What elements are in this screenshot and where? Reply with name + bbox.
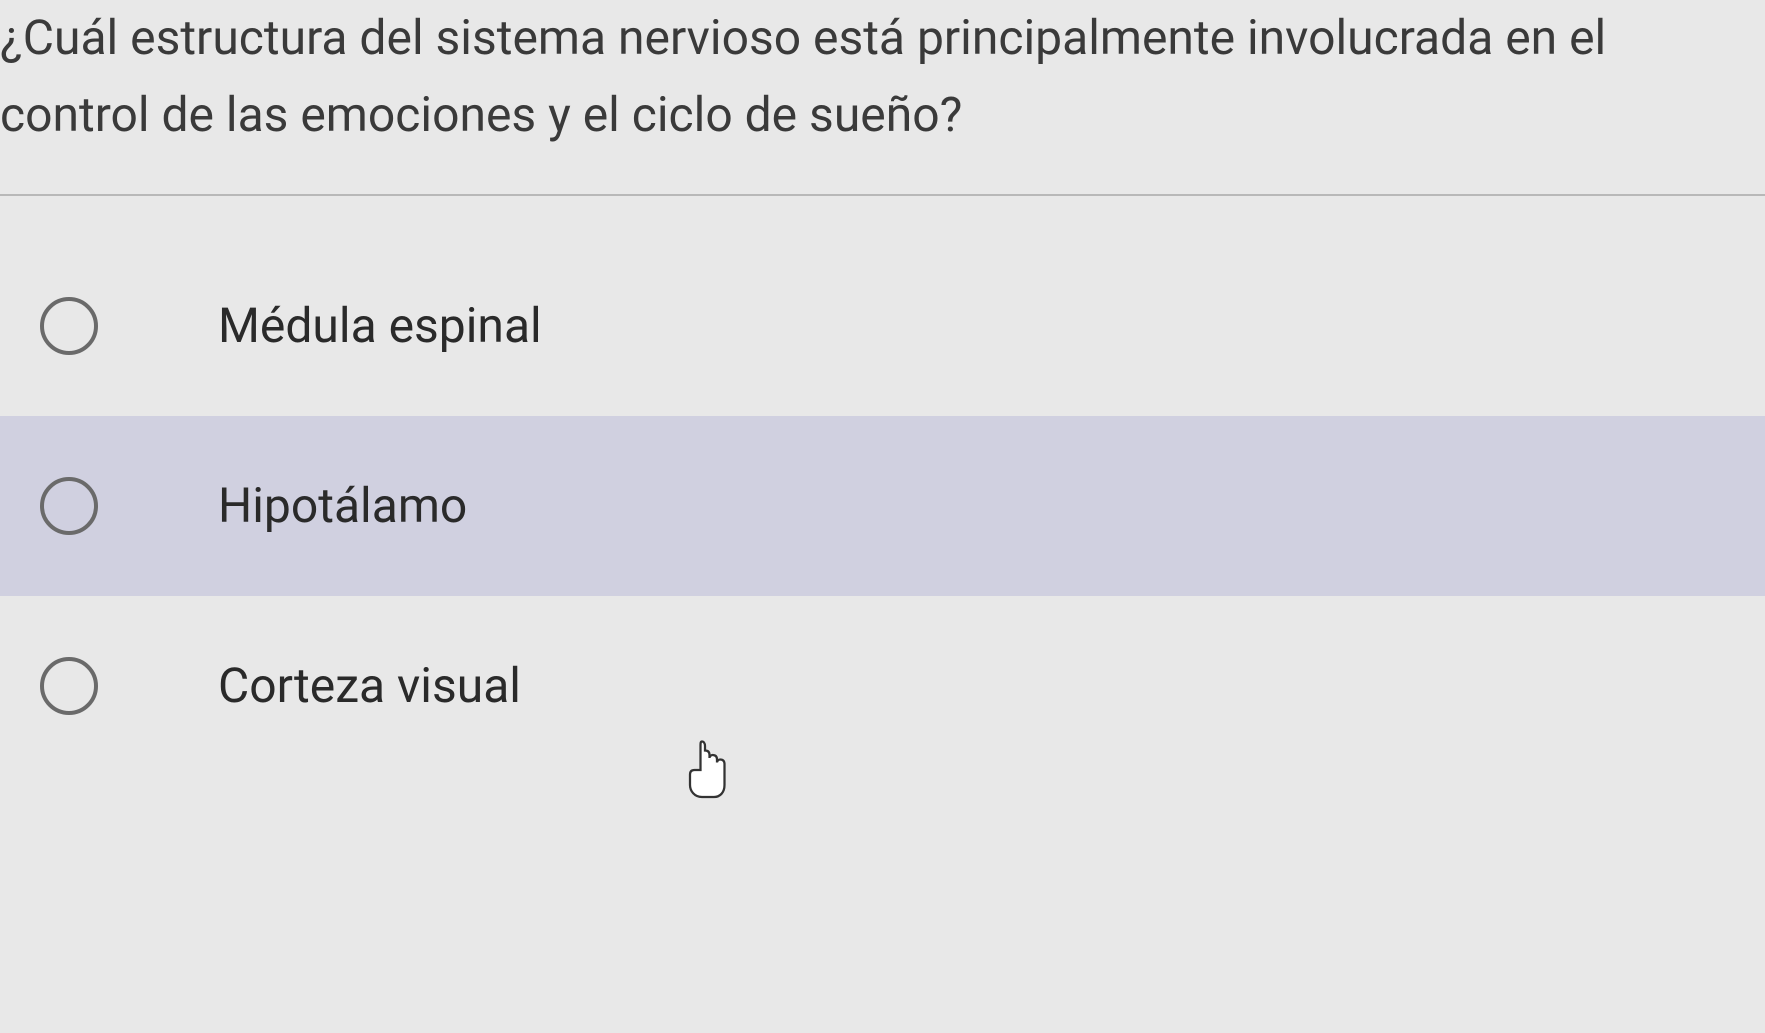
radio-icon[interactable] — [40, 657, 98, 715]
question-text: ¿Cuál estructura del sistema nervioso es… — [0, 0, 1765, 196]
radio-icon[interactable] — [40, 297, 98, 355]
option-label: Corteza visual — [218, 657, 521, 714]
options-list: Médula espinal Hipotálamo Corteza visual — [0, 196, 1765, 776]
radio-icon[interactable] — [40, 477, 98, 535]
option-label: Hipotálamo — [218, 477, 467, 534]
option-row-0[interactable]: Médula espinal — [0, 236, 1765, 416]
option-row-2[interactable]: Corteza visual — [0, 596, 1765, 776]
option-label: Médula espinal — [218, 297, 542, 354]
quiz-question-container: ¿Cuál estructura del sistema nervioso es… — [0, 0, 1765, 1033]
option-row-1[interactable]: Hipotálamo — [0, 416, 1765, 596]
